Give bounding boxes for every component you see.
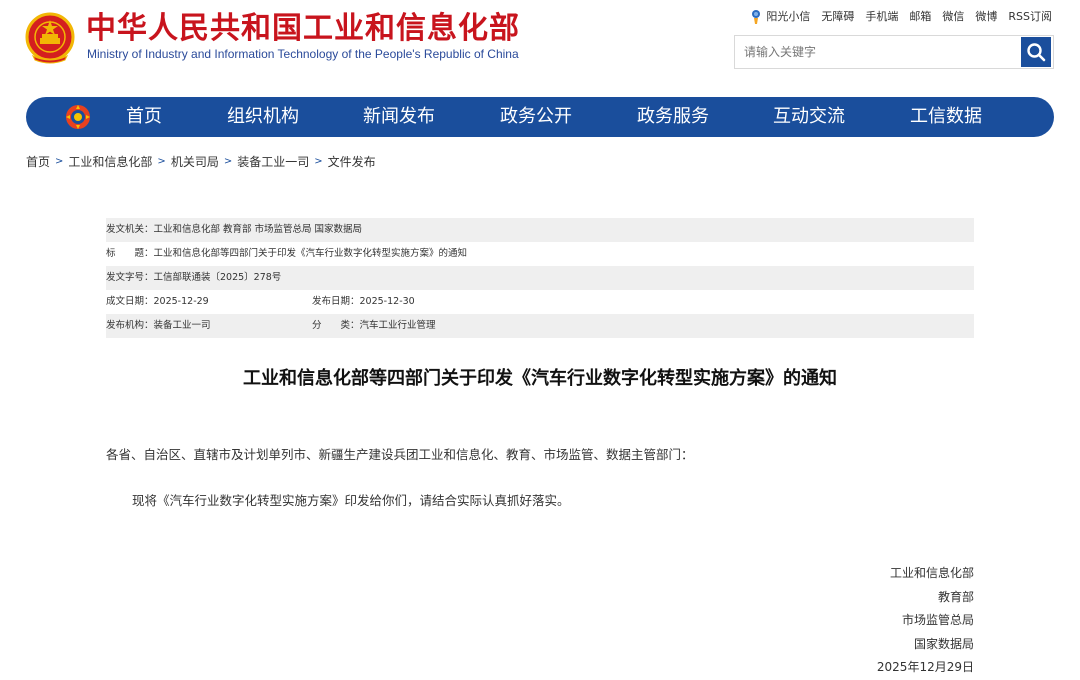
signature-date: 2025年12月29日 bbox=[876, 660, 974, 674]
article-body: 现将《汽车行业数字化转型实施方案》印发给你们，请结合实际认真抓好落实。 bbox=[132, 493, 570, 508]
meta-created-date: 成文日期：2025-12-29 bbox=[106, 296, 209, 307]
article-signatures: 工业和信息化部 教育部 市场监管总局 国家数据局 2025年12月29日 bbox=[877, 562, 974, 680]
signature-line: 教育部 bbox=[937, 589, 974, 604]
meta-publisher: 发布机构：装备工业一司 bbox=[106, 320, 211, 331]
meta-issuer: 发文机关：工业和信息化部 教育部 市场监管总局 国家数据局 bbox=[106, 224, 363, 235]
top-link-rss[interactable]: RSS订阅 bbox=[1008, 8, 1052, 24]
article-recipients: 各省、自治区、直辖市及计划单列市、新疆生产建设兵团工业和信息化、教育、市场监管、… bbox=[106, 447, 694, 462]
search-input[interactable] bbox=[735, 36, 1020, 68]
top-link-accessibility[interactable]: 无障碍 bbox=[821, 8, 854, 24]
search-icon bbox=[1027, 43, 1046, 62]
meta-published-date: 发布日期：2025-12-30 bbox=[312, 296, 415, 307]
signature-line: 国家数据局 bbox=[913, 636, 974, 651]
sun-icon bbox=[752, 9, 761, 24]
breadcrumb-equipment-dept[interactable]: 装备工业一司 bbox=[237, 153, 309, 171]
breadcrumb-documents[interactable]: 文件发布 bbox=[328, 153, 376, 171]
site-header: 中华人民共和国工业和信息化部 Ministry of Industry and … bbox=[0, 0, 1080, 96]
breadcrumb-home[interactable]: 首页 bbox=[26, 153, 50, 171]
chevron-right-icon: > bbox=[223, 156, 233, 167]
signature-line: 工业和信息化部 bbox=[889, 566, 974, 580]
top-link-mobile[interactable]: 手机端 bbox=[865, 8, 898, 24]
nav-item-interaction[interactable]: 互动交流 bbox=[773, 97, 845, 137]
national-emblem-icon[interactable] bbox=[25, 12, 75, 64]
nav-item-home[interactable]: 首页 bbox=[126, 97, 162, 137]
signature-line: 市场监管总局 bbox=[901, 613, 974, 627]
meta-row: 发布机构：装备工业一司 分 类：汽车工业行业管理 bbox=[106, 314, 974, 338]
meta-row: 发文字号：工信部联通装〔2025〕278号 bbox=[106, 266, 974, 290]
document-meta-table: 发文机关：工业和信息化部 教育部 市场监管总局 国家数据局 标 题：工业和信息化… bbox=[106, 218, 974, 338]
nav-item-government-affairs[interactable]: 政务公开 bbox=[500, 97, 572, 137]
breadcrumb-ministry[interactable]: 工业和信息化部 bbox=[68, 153, 152, 171]
site-title: 中华人民共和国工业和信息化部 bbox=[86, 11, 520, 46]
chevron-right-icon: > bbox=[314, 156, 323, 167]
top-link-weibo[interactable]: 微博 bbox=[975, 8, 997, 24]
search-box bbox=[734, 35, 1054, 69]
chevron-right-icon: > bbox=[55, 156, 64, 167]
meta-title: 标 题：工业和信息化部等四部门关于印发《汽车行业数字化转型实施方案》的通知 bbox=[106, 248, 468, 259]
meta-doc-number: 发文字号：工信部联通装〔2025〕278号 bbox=[106, 272, 282, 283]
top-links: 阳光小信 无障碍 手机端 邮箱 微信 微博 RSS订阅 bbox=[749, 7, 1052, 25]
breadcrumb: 首页 > 工业和信息化部 > 机关司局 > 装备工业一司 > 文件发布 bbox=[26, 153, 376, 171]
meta-category: 分 类：汽车工业行业管理 bbox=[312, 320, 436, 331]
chevron-right-icon: > bbox=[157, 156, 166, 167]
top-link-mail[interactable]: 邮箱 bbox=[909, 8, 931, 24]
top-link-label: 阳光小信 bbox=[766, 10, 811, 23]
breadcrumb-departments[interactable]: 机关司局 bbox=[171, 153, 219, 171]
article-title: 工业和信息化部等四部门关于印发《汽车行业数字化转型实施方案》的通知 bbox=[243, 368, 837, 389]
top-link-yangguang[interactable]: 阳光小信 bbox=[749, 8, 810, 25]
nav-item-data[interactable]: 工信数据 bbox=[910, 97, 982, 137]
meta-row: 发文机关：工业和信息化部 教育部 市场监管总局 国家数据局 bbox=[106, 218, 974, 242]
nav-items: 首页 组织机构 新闻发布 政务公开 政务服务 互动交流 工信数据 bbox=[26, 97, 1054, 137]
top-link-wechat[interactable]: 微信 bbox=[942, 8, 964, 24]
nav-item-organization[interactable]: 组织机构 bbox=[227, 97, 299, 137]
nav-item-services[interactable]: 政务服务 bbox=[637, 97, 709, 137]
nav-item-news[interactable]: 新闻发布 bbox=[363, 97, 435, 137]
meta-row: 标 题：工业和信息化部等四部门关于印发《汽车行业数字化转型实施方案》的通知 bbox=[106, 242, 974, 266]
search-button[interactable] bbox=[1021, 37, 1051, 67]
main-nav: 首页 组织机构 新闻发布 政务公开 政务服务 互动交流 工信数据 bbox=[26, 97, 1054, 137]
meta-row: 成文日期：2025-12-29 发布日期：2025-12-30 bbox=[106, 290, 974, 314]
site-subtitle: Ministry of Industry and Information Tec… bbox=[87, 47, 519, 61]
